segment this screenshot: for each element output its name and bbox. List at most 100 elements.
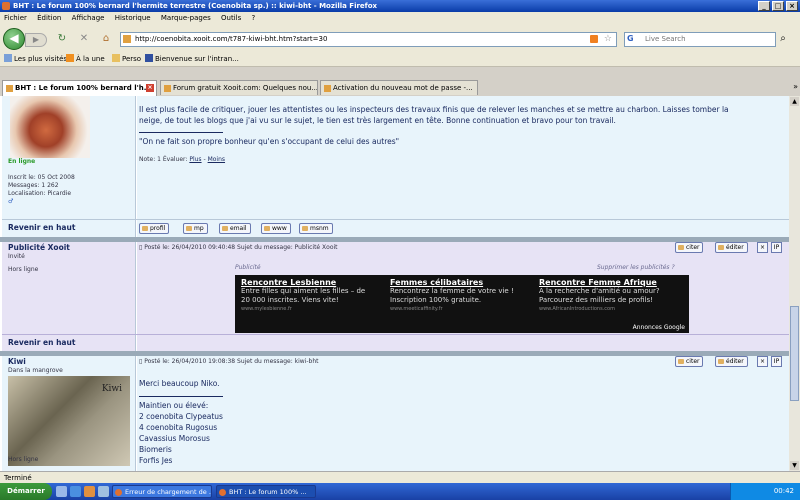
menu-edition[interactable]: Édition: [33, 12, 65, 24]
taskbar-item-bht[interactable]: BHT : Le forum 100% ...: [216, 485, 316, 498]
ad-line: Parcourez des milliers de profils!: [539, 296, 653, 304]
close-button[interactable]: ×: [786, 1, 798, 11]
quote-button[interactable]: citer: [675, 356, 704, 367]
www-button[interactable]: www: [261, 223, 291, 234]
start-button[interactable]: Démarrer: [0, 483, 52, 500]
edit-button[interactable]: éditer: [715, 356, 748, 367]
ad-line: Inscription 100% gratuite.: [390, 296, 482, 304]
quote-button[interactable]: citer: [675, 242, 704, 253]
bookmark-star-icon[interactable]: ☆: [604, 33, 612, 46]
ip-button[interactable]: IP: [771, 242, 782, 253]
scroll-down-arrow[interactable]: ▼: [790, 461, 799, 470]
edit-button[interactable]: éditer: [715, 242, 748, 253]
bookmark-headlines[interactable]: À la une: [66, 54, 105, 64]
post-2-rank: Dans la mangrove: [8, 367, 63, 374]
ad-title[interactable]: Femmes célibataires: [390, 278, 540, 287]
scroll-thumb[interactable]: [790, 306, 799, 401]
quicklaunch-ie-icon[interactable]: [70, 486, 81, 497]
post-1-author-cell: En ligne Inscrit le: 05 Oct 2008 Message…: [2, 96, 136, 219]
menu-help[interactable]: ?: [248, 12, 260, 24]
remove-ads-link[interactable]: Supprimer les publicités ?: [597, 262, 675, 273]
home-icon[interactable]: ⌂: [100, 33, 112, 45]
quicklaunch-mail-icon[interactable]: [98, 486, 109, 497]
post-2-author-cell: Kiwi Dans la mangrove Kiwi Hors ligne: [2, 356, 136, 471]
ad-unit-1[interactable]: Rencontre Lesbienne Entre filles qui aim…: [241, 278, 391, 314]
minimize-button[interactable]: _: [758, 1, 770, 11]
stop-icon[interactable]: ✕: [78, 33, 90, 45]
profile-icon: [142, 226, 148, 231]
menu-outils[interactable]: Outils: [217, 12, 245, 24]
delete-button[interactable]: ×: [757, 242, 768, 253]
pm-button[interactable]: mp: [183, 223, 208, 234]
edit-icon: [718, 245, 724, 250]
menu-marque-pages[interactable]: Marque-pages: [157, 12, 215, 24]
ip-button[interactable]: IP: [771, 356, 782, 367]
post-2-status: Hors ligne: [8, 456, 39, 463]
ad-label: Publicité: [235, 264, 261, 271]
reload-icon[interactable]: ↻: [56, 33, 68, 45]
window-title: BHT : Le forum 100% bernard l'hermite te…: [13, 2, 378, 10]
post-2-line: Forfis Jes: [139, 456, 173, 465]
system-tray: 00:42: [730, 483, 800, 500]
ad-unit-3[interactable]: Rencontre Femme Afrique A la recherche d…: [539, 278, 689, 314]
close-tab-icon[interactable]: ×: [146, 84, 154, 92]
window-titlebar: BHT : Le forum 100% bernard l'hermite te…: [0, 0, 800, 12]
msn-button[interactable]: msnm: [299, 223, 333, 234]
menu-affichage[interactable]: Affichage: [68, 12, 109, 24]
menu-historique[interactable]: Historique: [111, 12, 155, 24]
kiwi-avatar: Kiwi: [8, 376, 130, 466]
ad-footer-right: [137, 335, 789, 352]
back-to-top-link[interactable]: Revenir en haut: [8, 337, 75, 348]
site-favicon: [123, 35, 131, 43]
maximize-button[interactable]: □: [772, 1, 784, 11]
back-button[interactable]: ◀: [3, 28, 25, 50]
tab-favicon: [164, 85, 171, 92]
taskbar-item-error[interactable]: Erreur de chargement de ...: [112, 485, 212, 498]
post-2-line: Merci beaucoup Niko.: [139, 379, 220, 388]
ad-unit-2[interactable]: Femmes célibataires Rencontrez la femme …: [390, 278, 540, 314]
ad-post: Publicité Xooit Invité Hors ligne ▯ Post…: [2, 242, 789, 334]
ad-body-cell: ▯ Posté le: 26/04/2010 09:40:48 Sujet du…: [137, 242, 789, 334]
avatar-caption: Kiwi: [101, 384, 122, 394]
tab-bht-forum[interactable]: BHT : Le forum 100% bernard l'h... ×: [2, 80, 157, 96]
quicklaunch-desktop-icon[interactable]: [56, 486, 67, 497]
ad-line: Entre filles qui aiment les filles – de: [241, 287, 366, 295]
bookmark-most-visited[interactable]: Les plus visités: [4, 54, 67, 64]
menu-fichier[interactable]: Fichier: [0, 12, 31, 24]
ad-title[interactable]: Rencontre Lesbienne: [241, 278, 391, 287]
email-button[interactable]: email: [219, 223, 251, 234]
rate-plus-link[interactable]: Plus: [189, 156, 201, 163]
ads-by-google[interactable]: Annonces Google: [633, 324, 685, 331]
post-1-text-line1: Il est plus facile de critiquer, jouer l…: [139, 105, 729, 114]
bookmark-intranet[interactable]: Bienvenue sur l'intran...: [145, 54, 239, 64]
email-icon: [222, 226, 228, 231]
delete-button[interactable]: ×: [757, 356, 768, 367]
vertical-scrollbar[interactable]: ▲ ▼: [789, 96, 800, 471]
search-icon[interactable]: ⌕: [776, 32, 790, 46]
forward-button[interactable]: ▶: [25, 33, 47, 47]
url-input[interactable]: [135, 33, 575, 45]
www-icon: [264, 226, 270, 231]
search-engine-icon[interactable]: G: [627, 34, 634, 43]
rate-minus-link[interactable]: Moins: [208, 156, 225, 163]
tab-list-icon[interactable]: »: [793, 82, 798, 91]
profile-button[interactable]: profil: [139, 223, 170, 234]
post-icon: ▯: [139, 244, 143, 251]
post-1-text-line2: neige, de tout les blogs que j'ai vu sur…: [139, 116, 616, 125]
search-box[interactable]: G: [624, 32, 776, 47]
ad-status: Hors ligne: [8, 266, 39, 273]
search-input[interactable]: [645, 33, 770, 45]
bookmark-perso[interactable]: Perso: [112, 54, 141, 64]
post-1-footer-right: profil mp email www msnm: [137, 220, 789, 237]
tab-xooit-forum[interactable]: Forum gratuit Xooit.com: Quelques nou...: [160, 80, 318, 95]
address-bar[interactable]: ☆: [120, 32, 617, 47]
back-to-top-link[interactable]: Revenir en haut: [8, 222, 75, 233]
ad-title[interactable]: Rencontre Femme Afrique: [539, 278, 689, 287]
post-1-footer: Revenir en haut profil mp email www msnm: [2, 219, 789, 237]
quicklaunch-firefox-icon[interactable]: [84, 486, 95, 497]
edit-icon: [718, 359, 724, 364]
post-2-line: 2 coenobita Clypeatus: [139, 412, 223, 421]
rss-icon[interactable]: [590, 35, 598, 43]
tab-password-activation[interactable]: Activation du nouveau mot de passe -...: [320, 80, 478, 95]
scroll-up-arrow[interactable]: ▲: [790, 97, 799, 106]
